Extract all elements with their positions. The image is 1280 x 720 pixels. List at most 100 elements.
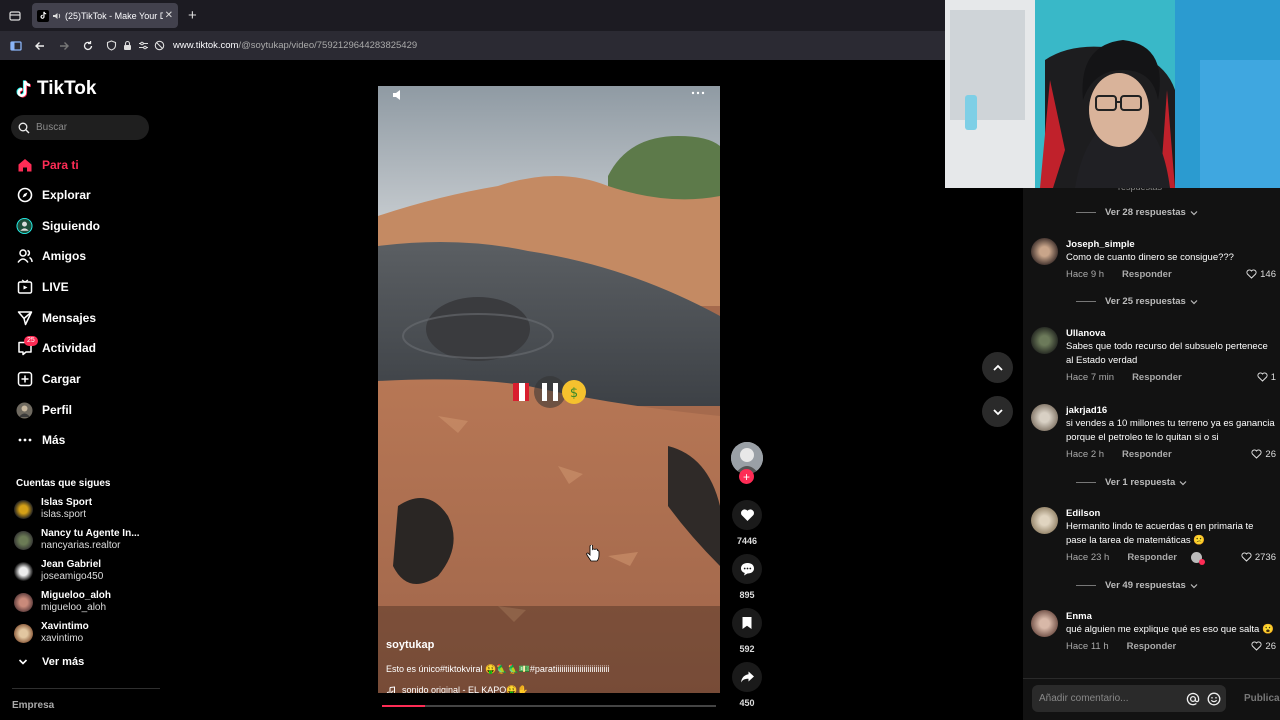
reply-button[interactable]: Responder: [1122, 269, 1172, 280]
comment-username[interactable]: Joseph_simple: [1066, 238, 1276, 251]
chevron-down-icon: [18, 659, 28, 665]
sidebar-item-cargar[interactable]: Cargar: [16, 369, 81, 389]
sidebar-item-live[interactable]: LIVE: [16, 277, 69, 297]
following-account[interactable]: Jean Gabriel joseamigo450: [14, 559, 103, 583]
following-account[interactable]: Xavintimo xavintimo: [14, 621, 89, 645]
comment-like-button[interactable]: 1: [1257, 372, 1276, 383]
reply-button[interactable]: Responder: [1132, 372, 1182, 383]
following-handle: joseamigo450: [41, 571, 104, 582]
reply-button[interactable]: Responder: [1127, 552, 1177, 563]
replies-label: Ver 28 respuestas: [1105, 207, 1186, 218]
comment-input-placeholder: Añadir comentario...: [1039, 693, 1129, 704]
comment-username[interactable]: jakrjad16: [1066, 404, 1276, 417]
sidebar-item-mensajes[interactable]: Mensajes: [16, 308, 96, 328]
search-input[interactable]: Buscar: [11, 115, 149, 140]
chevron-down-icon: [1190, 299, 1198, 304]
sidebar-item-perfil[interactable]: Perfil: [16, 400, 72, 420]
comment-time: Hace 2 h: [1066, 448, 1105, 460]
avatar[interactable]: [1031, 610, 1058, 637]
tab-title: (25)TikTok - Make Your Day: [65, 10, 163, 21]
follow-creator-button[interactable]: +: [739, 469, 754, 484]
comment-like-button[interactable]: 26: [1251, 449, 1276, 460]
new-tab-button[interactable]: +: [188, 7, 197, 24]
mention-icon[interactable]: [1186, 692, 1200, 706]
forward-button[interactable]: [52, 34, 76, 58]
see-more-button[interactable]: Ver más: [18, 656, 84, 668]
save-count: 592: [739, 644, 755, 654]
hand-cursor-icon: [586, 545, 600, 562]
chevron-down-icon: [1190, 583, 1198, 588]
tab-audio-icon[interactable]: [52, 11, 62, 21]
avatar[interactable]: [1031, 507, 1058, 534]
address-bar[interactable]: www.tiktok.com/@soytukap/video/759212964…: [106, 34, 945, 58]
comment-count: 895: [739, 590, 755, 600]
avatar: [14, 561, 33, 581]
sidebar-item-para-ti[interactable]: Para ti: [16, 155, 79, 175]
reply-button[interactable]: Responder: [1127, 641, 1177, 652]
comment-item: jakrjad16 si vendes a 10 millones tu ter…: [1031, 404, 1276, 461]
more-options-icon[interactable]: [690, 88, 706, 98]
comment-like-button[interactable]: 26: [1251, 641, 1276, 652]
tab-close-icon[interactable]: ✕: [165, 10, 173, 21]
sidebar-item-siguiendo[interactable]: Siguiendo: [16, 216, 100, 236]
url-path: /@soytukap/video/7592129644283825429: [238, 40, 418, 51]
volume-icon[interactable]: [392, 88, 406, 102]
avatar[interactable]: [1031, 404, 1058, 431]
publish-button[interactable]: Publicar: [1244, 693, 1280, 704]
avatar[interactable]: [1031, 238, 1058, 265]
save-button[interactable]: 592: [730, 608, 764, 654]
view-replies-button[interactable]: Ver 49 respuestas: [1067, 580, 1198, 591]
video-author[interactable]: soytukap: [386, 639, 434, 651]
heart-outline-icon: [1251, 641, 1262, 651]
comment-username[interactable]: Edilson: [1066, 507, 1276, 520]
pause-overlay[interactable]: $: [513, 375, 587, 409]
emoji-icon[interactable]: [1207, 692, 1221, 706]
sidebar-item-mas[interactable]: Más: [16, 430, 65, 450]
lock-icon[interactable]: [122, 40, 133, 51]
tab-list-button[interactable]: [2, 3, 28, 29]
sidebar-item-explorar[interactable]: Explorar: [16, 185, 91, 205]
tracking-shield-icon[interactable]: [106, 40, 117, 51]
reply-button[interactable]: Responder: [1122, 449, 1172, 460]
video-music[interactable]: sonido original - EL KAPO🤑✋: [386, 685, 529, 693]
comment-text: qué alguien me explique qué es eso que s…: [1066, 624, 1274, 635]
comment-like-button[interactable]: 146: [1246, 269, 1276, 280]
company-link[interactable]: Empresa: [12, 700, 54, 711]
video-player[interactable]: $ soytukap Esto es único#tiktokviral 🤑🦜🦜…: [378, 86, 720, 693]
comment-button[interactable]: 895: [730, 554, 764, 600]
comment-username[interactable]: Enma: [1066, 610, 1276, 623]
following-account[interactable]: Migueloo_aloh migueloo_aloh: [14, 590, 111, 614]
comment-input[interactable]: Añadir comentario...: [1032, 685, 1226, 712]
previous-video-button[interactable]: [982, 352, 1013, 383]
profile-icon: [16, 402, 33, 419]
sidebar-item-actividad[interactable]: 25 Actividad: [16, 335, 96, 358]
reload-button[interactable]: [76, 34, 100, 58]
replies-line: [1076, 482, 1096, 483]
permissions-icon[interactable]: [138, 40, 149, 51]
comment-like-button[interactable]: 2736: [1241, 552, 1276, 563]
sidebar-item-amigos[interactable]: Amigos: [16, 246, 86, 266]
sidebar-toggle-button[interactable]: [4, 34, 28, 58]
share-button[interactable]: 450: [730, 662, 764, 708]
following-account[interactable]: Islas Sport islas.sport: [14, 497, 92, 521]
webcam-overlay: [945, 0, 1280, 188]
sidebar-item-label: Más: [42, 433, 66, 447]
back-button[interactable]: [28, 34, 52, 58]
like-button[interactable]: 7446: [730, 500, 764, 546]
browser-nav-bar: www.tiktok.com/@soytukap/video/759212964…: [0, 31, 945, 60]
upload-icon: [16, 371, 33, 388]
chevron-down-icon: [1179, 480, 1187, 485]
view-replies-button[interactable]: Ver 25 respuestas: [1067, 296, 1198, 307]
next-video-button[interactable]: [982, 396, 1013, 427]
view-replies-button[interactable]: Ver 28 respuestas: [1067, 207, 1198, 218]
tiktok-logo-icon: [16, 79, 31, 98]
video-progress-bar[interactable]: [382, 705, 716, 707]
tiktok-logo[interactable]: TikTok: [15, 78, 96, 100]
comment-username[interactable]: Ullanova: [1066, 327, 1276, 340]
following-account[interactable]: Nancy tu Agente In... nancyarias.realtor: [14, 528, 140, 552]
view-replies-button[interactable]: Ver 1 respuesta: [1067, 477, 1187, 488]
autoplay-blocked-icon[interactable]: [154, 40, 165, 51]
avatar[interactable]: [1031, 327, 1058, 354]
activity-badge: 25: [24, 335, 38, 346]
browser-tab-active[interactable]: (25)TikTok - Make Your Day ✕: [32, 3, 178, 28]
